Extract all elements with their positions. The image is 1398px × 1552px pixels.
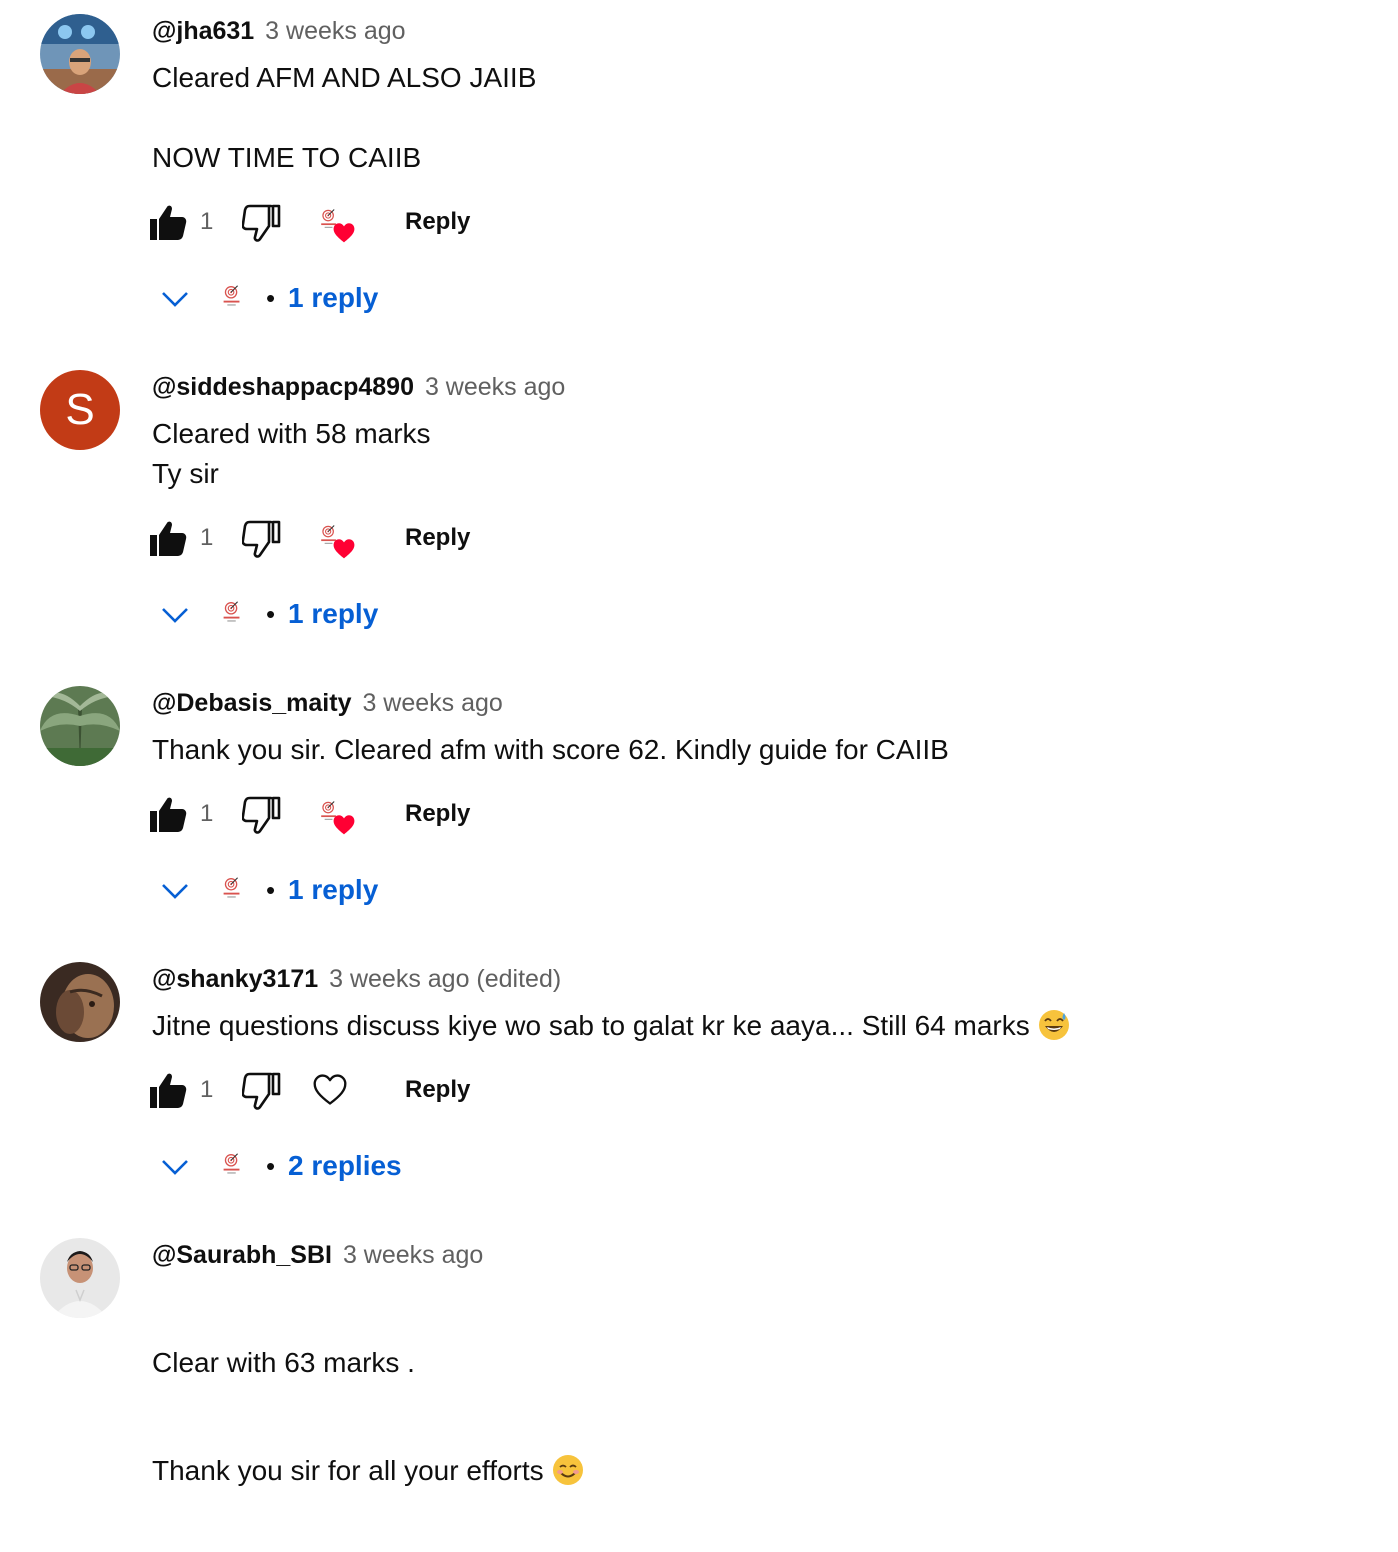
creator-heart-icon — [316, 798, 355, 835]
comment-text: Clear with 63 marks . Thank you sir for … — [152, 1282, 584, 1552]
face-photo-avatar-icon — [40, 962, 120, 1042]
chevron-down-icon — [160, 876, 190, 906]
creator-avatar-icon — [218, 598, 246, 626]
replies-count-link[interactable]: 1 reply — [288, 868, 378, 912]
thumb-up-icon — [148, 518, 188, 558]
comment-actions: 1 Reply — [148, 516, 488, 560]
like-count: 1 — [200, 1076, 214, 1103]
thumb-down-icon — [242, 1070, 282, 1110]
like-count: 1 — [200, 800, 214, 827]
creator-avatar-icon — [218, 874, 246, 902]
author-name[interactable]: @shanky3171 — [152, 965, 318, 993]
thumb-down-icon — [242, 794, 282, 834]
comment-time[interactable]: 3 weeks ago (edited) — [329, 965, 561, 993]
comment-header: @Debasis_maity 3 weeks ago — [152, 688, 503, 718]
like-button[interactable] — [148, 516, 188, 560]
thumb-up-icon — [148, 1070, 188, 1110]
thumb-down-icon — [242, 518, 282, 558]
user-avatar[interactable] — [40, 1238, 120, 1318]
heart-outline-icon — [312, 1072, 348, 1108]
creator-heart-badge[interactable] — [316, 200, 360, 244]
dislike-button[interactable] — [242, 200, 282, 244]
separator-dot: • — [266, 283, 276, 313]
separator-dot: • — [266, 875, 276, 905]
comment-text: Jitne questions discuss kiye wo sab to g… — [152, 1006, 1070, 1046]
view-replies-button[interactable]: • 2 replies — [160, 1144, 460, 1188]
thumb-up-icon — [148, 202, 188, 242]
like-button[interactable] — [148, 792, 188, 836]
comment-thread: @shanky3171 3 weeks ago (edited) Jitne q… — [0, 962, 1398, 1222]
creator-heart-badge[interactable] — [316, 792, 360, 836]
dislike-button[interactable] — [242, 792, 282, 836]
reply-button[interactable]: Reply — [405, 516, 470, 560]
comment-text-line: Thank you sir for all your efforts — [152, 1444, 584, 1498]
comment-text: Cleared with 58 marks Ty sir — [152, 418, 431, 489]
chevron-down-icon — [160, 284, 190, 314]
creator-avatar-icon — [218, 1150, 246, 1178]
comment-actions: 1 Reply — [148, 1068, 488, 1112]
creator-avatar-icon — [218, 282, 246, 310]
comment-thread: @jha631 3 weeks ago Cleared AFM AND ALSO… — [0, 14, 1398, 334]
like-button[interactable] — [148, 1068, 188, 1112]
reply-button[interactable]: Reply — [405, 200, 470, 244]
comment-header: @Saurabh_SBI 3 weeks ago — [152, 1240, 483, 1270]
portrait-photo-avatar-icon — [40, 1238, 120, 1318]
user-avatar[interactable]: S — [40, 370, 120, 450]
comment-time[interactable]: 3 weeks ago — [362, 689, 502, 717]
author-name[interactable]: @Saurabh_SBI — [152, 1241, 332, 1269]
thumb-down-icon — [242, 202, 282, 242]
author-name[interactable]: @siddeshappacp4890 — [152, 373, 414, 401]
comment-actions: 1 Reply — [148, 792, 488, 836]
separator-dot: • — [266, 599, 276, 629]
comment-header: @jha631 3 weeks ago — [152, 16, 406, 46]
chevron-down-icon — [160, 1152, 190, 1182]
comment-time[interactable]: 3 weeks ago — [425, 373, 565, 401]
thumb-up-icon — [148, 794, 188, 834]
author-name[interactable]: @jha631 — [152, 17, 254, 45]
replies-count-link[interactable]: 2 replies — [288, 1144, 402, 1188]
creator-heart-icon — [316, 522, 355, 559]
comment-header: @shanky3171 3 weeks ago (edited) — [152, 964, 561, 994]
author-name[interactable]: @Debasis_maity — [152, 689, 351, 717]
dislike-button[interactable] — [242, 1068, 282, 1112]
comment-thread: S @siddeshappacp4890 3 weeks ago Cleared… — [0, 370, 1398, 670]
view-replies-button[interactable]: • 1 reply — [160, 592, 460, 636]
view-replies-button[interactable]: • 1 reply — [160, 868, 460, 912]
plant-photo-avatar-icon — [40, 686, 120, 766]
grinning-sweat-emoji-icon — [1038, 1009, 1070, 1041]
comment-text-line: Clear with 63 marks . — [152, 1347, 415, 1378]
smiling-emoji-icon — [552, 1454, 584, 1486]
creator-heart-badge[interactable] — [316, 516, 360, 560]
dislike-button[interactable] — [242, 516, 282, 560]
view-replies-button[interactable]: • 1 reply — [160, 276, 460, 320]
user-photo-avatar-icon — [40, 14, 120, 94]
comment-thread: @Debasis_maity 3 weeks ago Thank you sir… — [0, 686, 1398, 946]
creator-heart-icon — [316, 206, 355, 243]
chevron-down-icon — [160, 600, 190, 630]
user-avatar[interactable] — [40, 14, 120, 94]
comment-text: Cleared AFM AND ALSO JAIIB NOW TIME TO C… — [152, 62, 537, 173]
comment-actions: 1 Reply — [148, 200, 488, 244]
like-button[interactable] — [148, 200, 188, 244]
user-avatar[interactable] — [40, 962, 120, 1042]
like-count: 1 — [200, 208, 214, 235]
reply-button[interactable]: Reply — [405, 792, 470, 836]
user-avatar[interactable] — [40, 686, 120, 766]
comment-header: @siddeshappacp4890 3 weeks ago — [152, 372, 565, 402]
reply-button[interactable]: Reply — [405, 1068, 470, 1112]
replies-count-link[interactable]: 1 reply — [288, 276, 378, 320]
comment-time[interactable]: 3 weeks ago — [265, 17, 405, 45]
like-count: 1 — [200, 524, 214, 551]
heart-button[interactable] — [312, 1068, 348, 1112]
replies-count-link[interactable]: 1 reply — [288, 592, 378, 636]
separator-dot: • — [266, 1151, 276, 1181]
comment-text: Thank you sir. Cleared afm with score 62… — [152, 734, 949, 765]
comment-thread: @Saurabh_SBI 3 weeks ago Clear with 63 m… — [0, 1238, 1398, 1486]
comment-time[interactable]: 3 weeks ago — [343, 1241, 483, 1269]
